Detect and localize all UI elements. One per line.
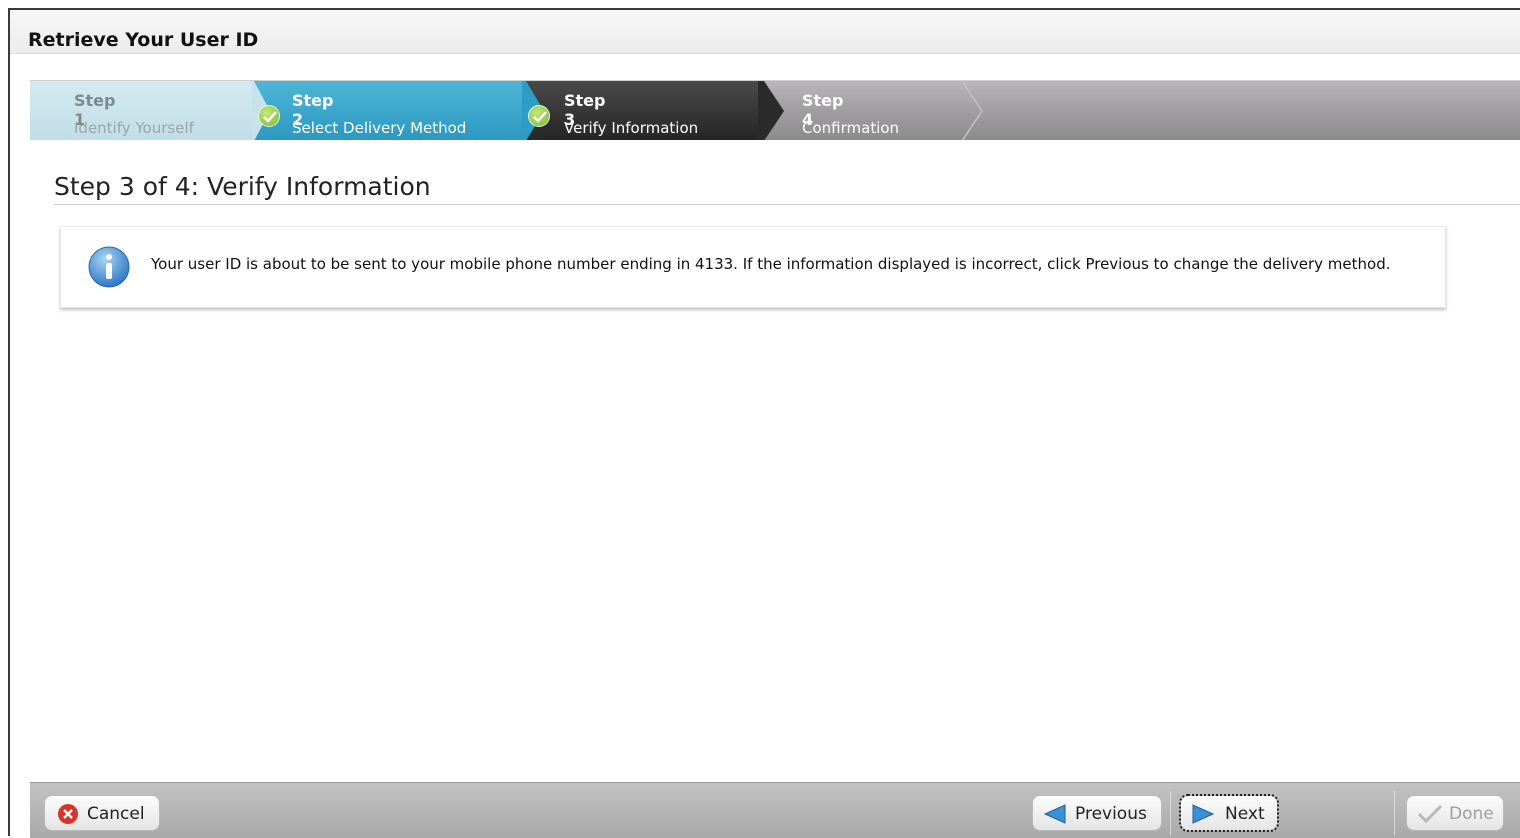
- wizard-step-1: Step 1 Identify Yourself: [30, 81, 254, 140]
- done-button[interactable]: Done: [1406, 795, 1504, 831]
- step-4-chevron-icon: [961, 81, 983, 140]
- page-title: Step 3 of 4: Verify Information: [54, 172, 431, 201]
- window-title: Retrieve Your User ID: [28, 29, 259, 51]
- step-2-name: Select Delivery Method: [292, 119, 467, 137]
- wizard-step-2: Step 2 Select Delivery Method: [252, 81, 524, 140]
- step-4-name: Confirmation: [802, 119, 900, 137]
- step-3-chevron-icon: [758, 81, 784, 140]
- cancel-label: Cancel: [87, 804, 145, 824]
- arrow-right-icon: [1192, 804, 1215, 824]
- wizard-step-3: Step 3 Verify Information: [522, 81, 758, 140]
- previous-button[interactable]: Previous: [1032, 795, 1162, 831]
- arrow-left-icon: [1043, 804, 1066, 824]
- step-3-check-icon: [528, 105, 550, 127]
- footer-separator: [1170, 791, 1171, 835]
- step-3-name: Verify Information: [564, 119, 699, 137]
- wizard-steps-bar: Step 1 Identify Yourself Step 2 Select D…: [30, 80, 1520, 140]
- next-button[interactable]: Next: [1179, 794, 1279, 832]
- cancel-icon: [58, 804, 78, 824]
- info-icon: [88, 246, 130, 288]
- footer-separator-2: [1394, 791, 1395, 835]
- checkmark-icon: [1417, 804, 1443, 824]
- step-1-name: Identify Yourself: [74, 119, 194, 137]
- next-label: Next: [1225, 804, 1265, 824]
- done-label: Done: [1449, 804, 1494, 824]
- info-message-text: Your user ID is about to be sent to your…: [151, 255, 1391, 273]
- footer-action-bar: Cancel Previous Next Done: [30, 782, 1520, 838]
- wizard-step-4: Step 4 Confirmation: [758, 81, 988, 140]
- step-2-check-icon: [258, 105, 280, 127]
- window-header: Retrieve Your User ID: [10, 10, 1520, 54]
- cancel-button[interactable]: Cancel: [44, 795, 160, 831]
- title-divider: [54, 204, 1520, 205]
- previous-label: Previous: [1075, 804, 1147, 824]
- retrieve-user-id-window: Retrieve Your User ID Step 1 Identify Yo…: [8, 8, 1520, 838]
- info-message-box: Your user ID is about to be sent to your…: [60, 226, 1446, 308]
